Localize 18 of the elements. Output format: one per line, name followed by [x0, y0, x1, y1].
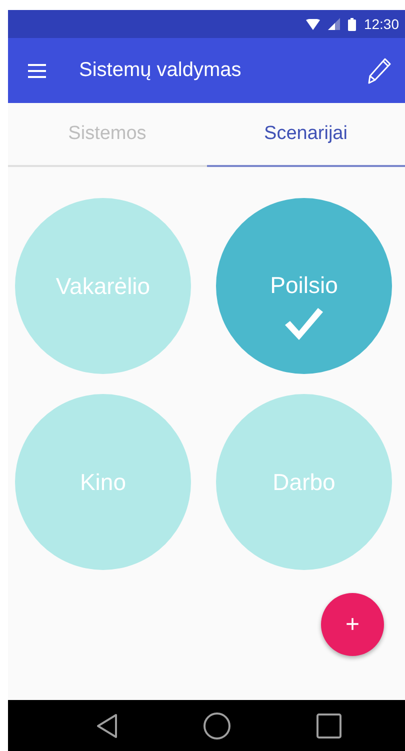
app-title: Sistemų valdymas: [79, 59, 242, 82]
wifi-icon: [306, 18, 320, 30]
home-icon[interactable]: [202, 712, 231, 740]
back-icon[interactable]: [96, 712, 118, 738]
scenario-button[interactable]: Kino: [15, 394, 191, 570]
status-time: 12:30: [364, 16, 399, 32]
tab[interactable]: Scenarijai: [206, 103, 405, 167]
tab[interactable]: Sistemos: [8, 103, 206, 167]
add-button[interactable]: +: [321, 593, 384, 656]
pencil-icon[interactable]: [367, 58, 391, 84]
battery-icon: [348, 18, 356, 30]
check-icon: [284, 306, 324, 340]
scenario-button[interactable]: Poilsio: [216, 198, 392, 374]
scenario-button[interactable]: Vakarėlio: [15, 198, 191, 374]
scenario-button[interactable]: Darbo: [216, 394, 392, 570]
recents-icon[interactable]: [316, 712, 342, 738]
signal-icon: [328, 18, 340, 30]
menu-icon[interactable]: [28, 64, 46, 78]
